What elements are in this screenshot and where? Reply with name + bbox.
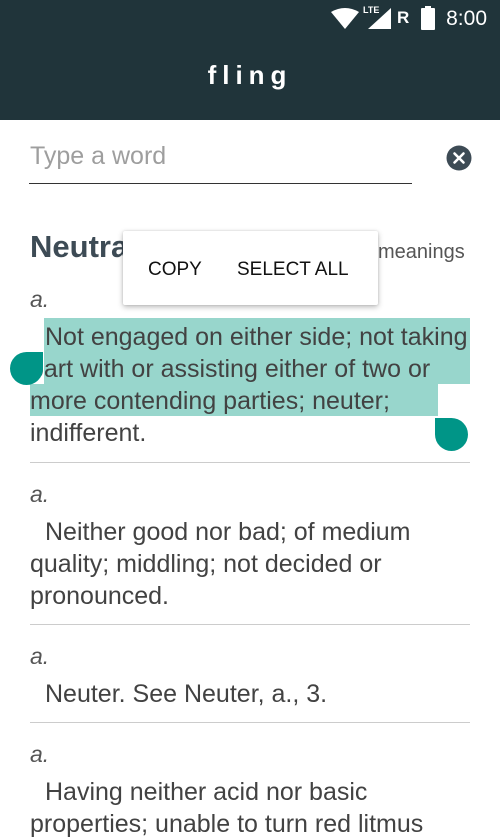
text-selection-menu: COPY SELECT ALL (123, 231, 378, 305)
definition-entry: a. Not engaged on either side; not takin… (30, 286, 470, 449)
selection-start-handle[interactable] (10, 352, 43, 385)
search-field (29, 138, 412, 184)
wifi-icon (331, 8, 359, 29)
signal-icon (368, 8, 391, 29)
search-input[interactable] (29, 138, 412, 174)
divider (30, 722, 470, 723)
definition-text[interactable]: Not engaged on either side; not taking p… (30, 321, 470, 449)
definition-entry: a. Neither good nor bad; of medium quali… (30, 481, 470, 612)
divider (30, 624, 470, 625)
copy-button[interactable]: COPY (148, 259, 202, 281)
selection-end-handle[interactable] (435, 418, 468, 451)
definition-text[interactable]: Neuter. See Neuter, a., 3. (30, 678, 470, 710)
divider (30, 462, 470, 463)
definition-entry: a. Neuter. See Neuter, a., 3. (30, 643, 470, 710)
battery-icon (421, 6, 435, 30)
meanings-label: meanings (378, 241, 465, 263)
part-of-speech: a. (30, 643, 50, 669)
word-heading: Neutra (30, 229, 129, 264)
status-bar: LTE R 8:00 (0, 0, 500, 38)
app-title: fling (207, 60, 293, 90)
app-bar: fling (0, 38, 500, 120)
clear-search-icon[interactable] (446, 145, 472, 171)
definition-entry: a. Having neither acid nor basic propert… (30, 741, 470, 837)
status-time: 8:00 (446, 7, 487, 30)
definition-text[interactable]: Neither good nor bad; of medium quality;… (30, 516, 470, 612)
select-all-button[interactable]: SELECT ALL (237, 259, 349, 281)
definition-text[interactable]: Having neither acid nor basic properties… (30, 776, 470, 837)
part-of-speech: a. (30, 481, 50, 507)
part-of-speech: a. (30, 741, 50, 767)
roaming-label: R (397, 8, 410, 27)
